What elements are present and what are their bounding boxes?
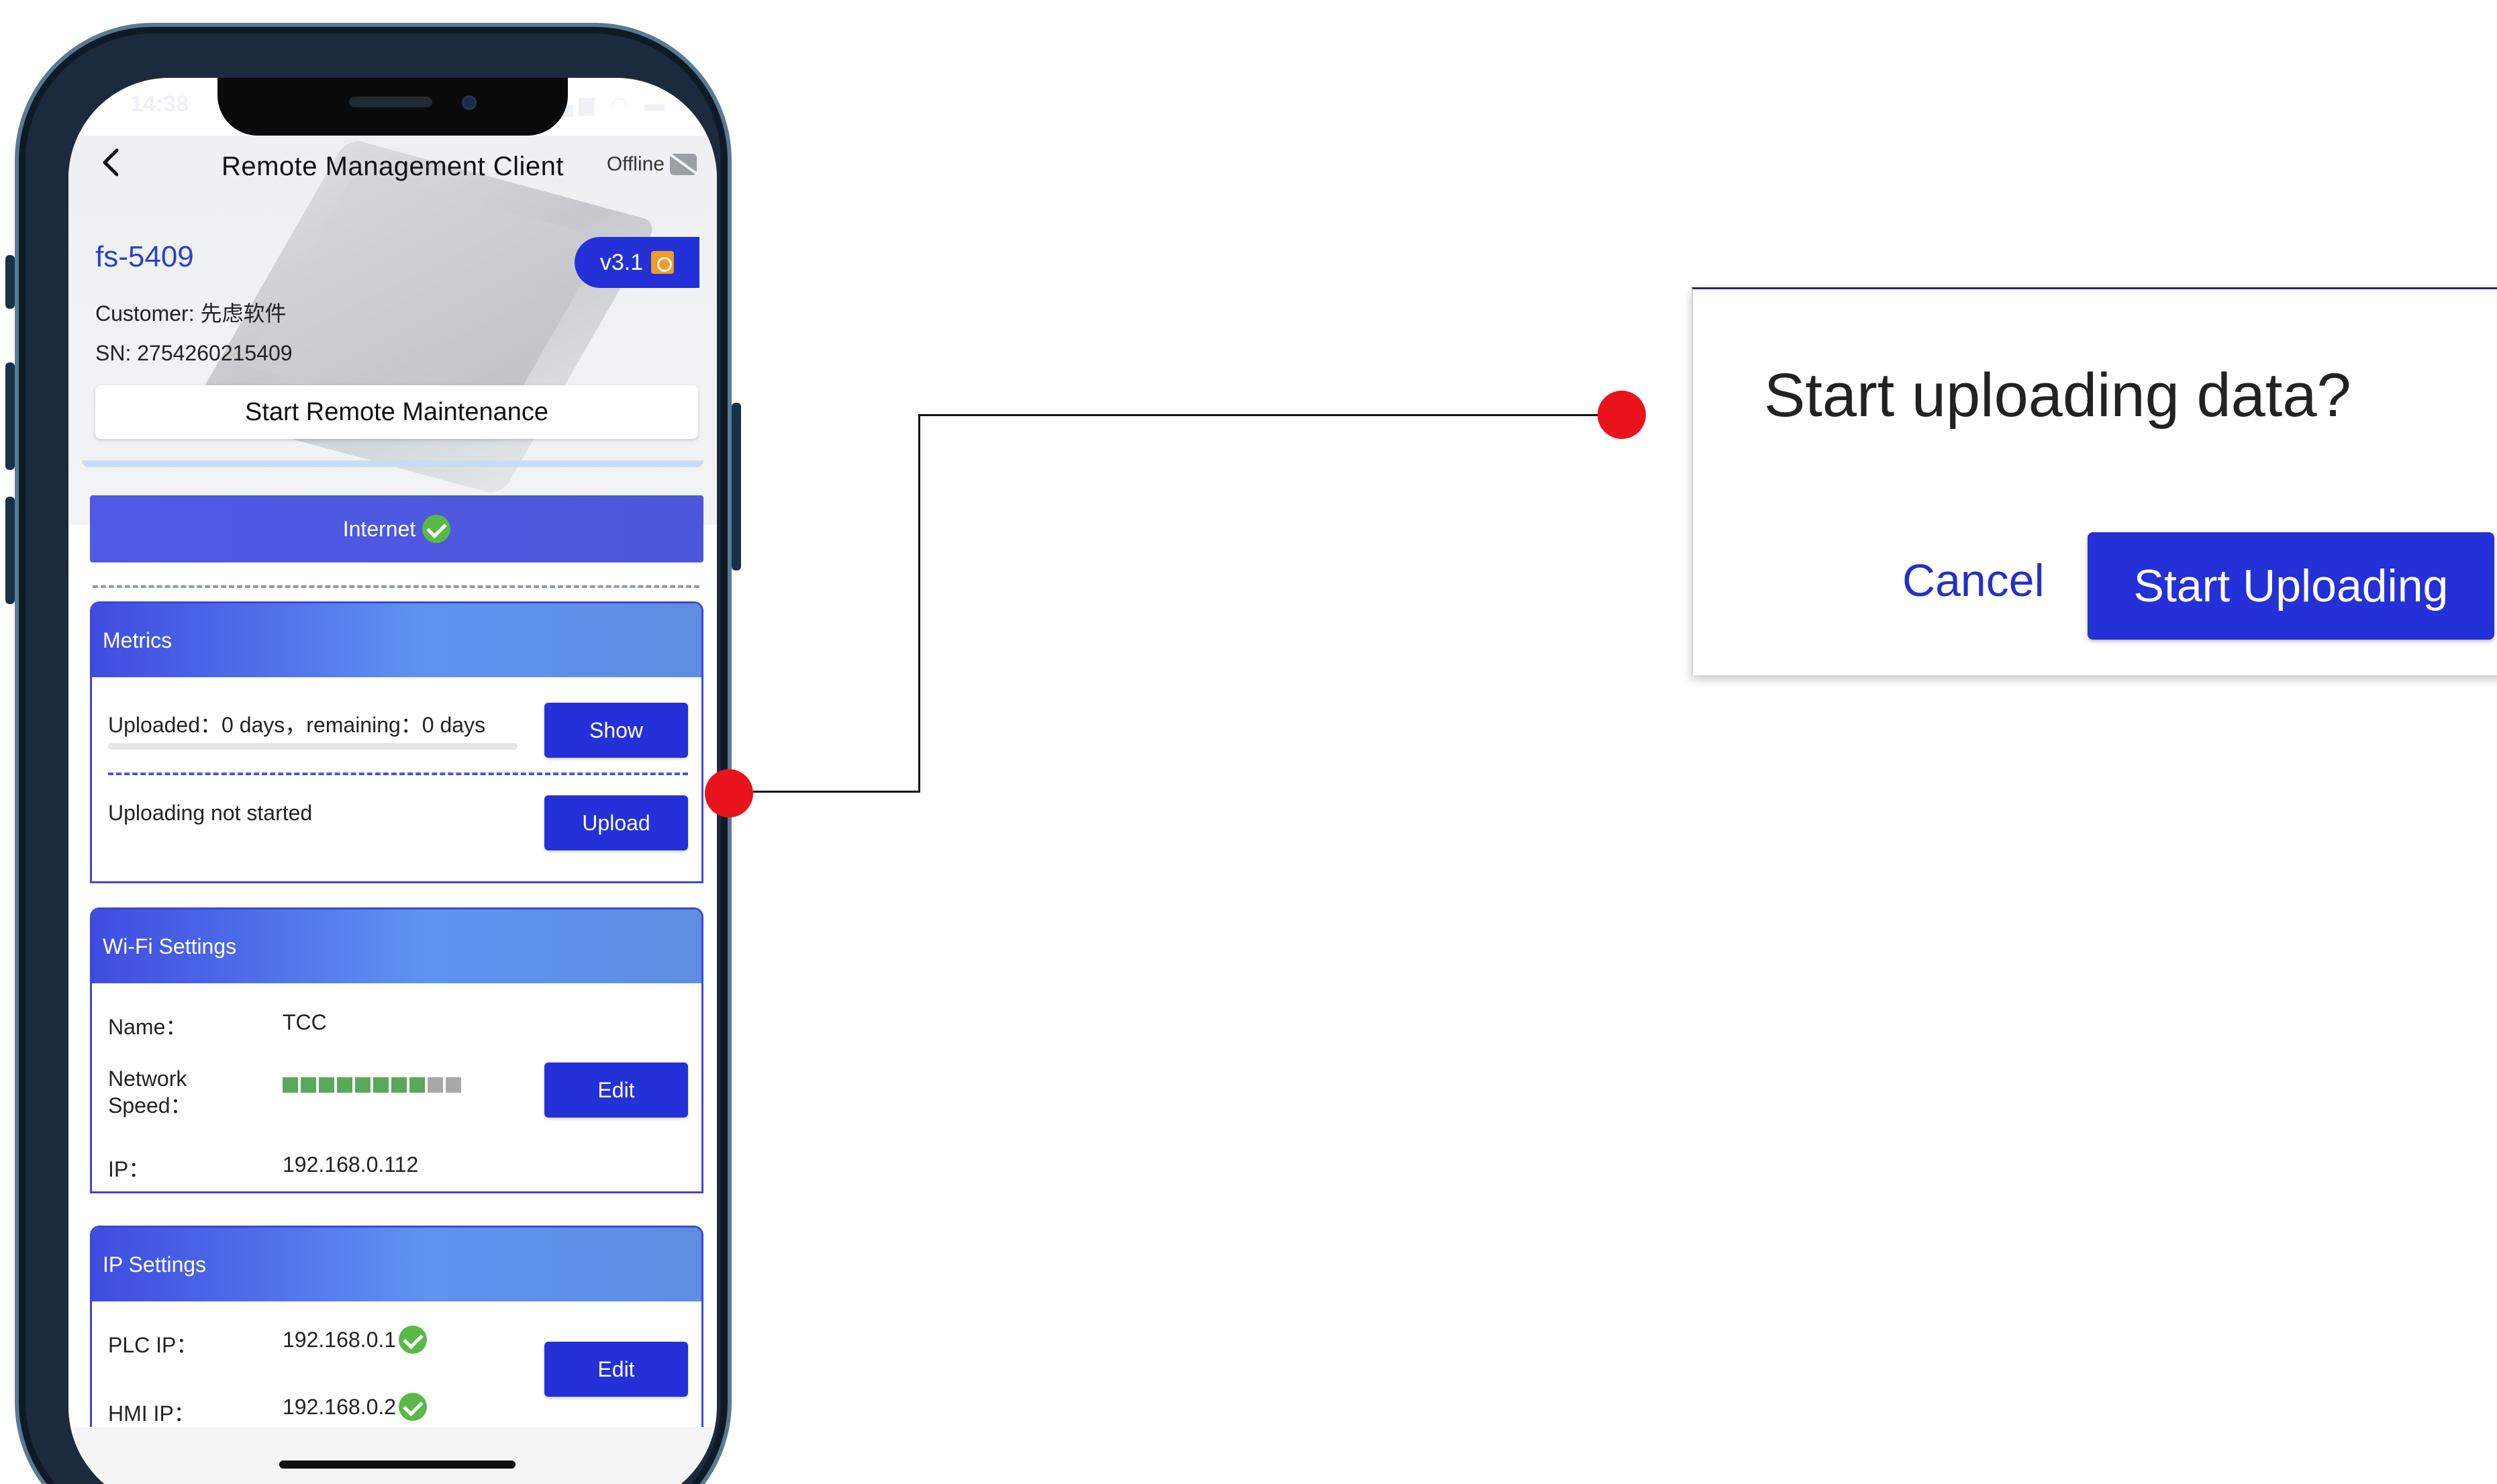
speed-segment bbox=[301, 1077, 316, 1093]
start-remote-maintenance-button[interactable]: Start Remote Maintenance bbox=[95, 385, 698, 439]
speed-segment bbox=[319, 1077, 334, 1093]
start-uploading-button[interactable]: Start Uploading bbox=[2088, 532, 2494, 640]
phone-frame: 14:38 ▂▄▆ ◠ ▬ Remote Management Client O… bbox=[5, 23, 741, 1484]
speaker bbox=[349, 97, 432, 107]
customer-label: Customer: 先虑软件 bbox=[95, 301, 287, 326]
dialog-title: Start uploading data? bbox=[1764, 361, 2351, 430]
hero-divider bbox=[82, 460, 703, 467]
check-icon bbox=[422, 515, 451, 543]
metrics-card-title: Metrics bbox=[92, 603, 701, 677]
callout-line bbox=[918, 415, 920, 793]
notch bbox=[217, 78, 568, 136]
upload-button[interactable]: Upload bbox=[544, 795, 688, 850]
plc-ip-row: 192.168.0.1 bbox=[283, 1326, 428, 1354]
hmi-ip-label: HMI IP： bbox=[108, 1401, 195, 1426]
callout-line bbox=[753, 791, 920, 793]
volume-up-button bbox=[5, 362, 15, 470]
version-label: v3.1 bbox=[599, 249, 644, 275]
wifi-name-label: Name： bbox=[108, 1015, 187, 1039]
serial-number: SN: 2754260215409 bbox=[95, 341, 293, 365]
speed-segment bbox=[446, 1077, 461, 1093]
wifi-settings-card: Wi-Fi Settings Name： TCC Network Speed： … bbox=[90, 907, 703, 1193]
hmi-ip-value: 192.168.0.2 bbox=[283, 1394, 397, 1419]
callout-dot-upload bbox=[705, 769, 753, 818]
hmi-ip-row: 192.168.0.2 bbox=[283, 1393, 428, 1421]
internet-status-bar: Internet bbox=[90, 495, 703, 562]
metrics-divider bbox=[108, 773, 688, 775]
cloud-off-icon bbox=[670, 154, 697, 175]
mute-switch bbox=[5, 255, 15, 309]
connection-status: Offline bbox=[607, 153, 697, 176]
speed-segment bbox=[409, 1077, 425, 1093]
wifi-edit-button[interactable]: Edit bbox=[544, 1062, 688, 1118]
speed-segment bbox=[428, 1077, 443, 1093]
speed-segment bbox=[337, 1077, 352, 1093]
speed-segment bbox=[391, 1077, 407, 1093]
show-button[interactable]: Show bbox=[544, 703, 688, 758]
network-speed-meter bbox=[283, 1077, 461, 1093]
speed-segment bbox=[373, 1077, 389, 1093]
device-name: fs-5409 bbox=[95, 240, 194, 273]
wifi-name-value: TCC bbox=[283, 1010, 327, 1034]
wifi-card-title: Wi-Fi Settings bbox=[92, 909, 701, 983]
check-icon bbox=[399, 1326, 428, 1354]
upload-progress-label: Uploaded：0 days，remaining：0 days bbox=[108, 713, 486, 737]
plc-ip-label: PLC IP： bbox=[108, 1333, 198, 1357]
speed-segment bbox=[283, 1077, 298, 1093]
cancel-button[interactable]: Cancel bbox=[1902, 554, 2045, 607]
offline-label: Offline bbox=[606, 153, 665, 175]
wifi-ip-label: IP： bbox=[108, 1157, 150, 1181]
update-icon bbox=[651, 251, 675, 274]
volume-down-button bbox=[5, 497, 15, 604]
callout-dot-dialog bbox=[1598, 391, 1646, 439]
plc-ip-value: 192.168.0.1 bbox=[283, 1327, 397, 1352]
status-time: 14:38 bbox=[130, 91, 189, 117]
version-badge[interactable]: v3.1 bbox=[575, 237, 699, 288]
upload-state-label: Uploading not started bbox=[108, 801, 313, 825]
home-indicator[interactable] bbox=[279, 1461, 516, 1469]
upload-confirm-dialog: Start uploading data? Cancel Start Uploa… bbox=[1692, 287, 2497, 675]
section-divider bbox=[93, 585, 699, 588]
callout-line bbox=[918, 414, 1603, 416]
wifi-ip-value: 192.168.0.112 bbox=[283, 1152, 419, 1177]
speed-segment bbox=[355, 1077, 371, 1093]
ip-edit-button[interactable]: Edit bbox=[544, 1342, 688, 1397]
check-icon bbox=[399, 1393, 428, 1421]
screen-bottom bbox=[68, 1427, 717, 1484]
ip-card-title: IP Settings bbox=[92, 1228, 701, 1301]
metrics-card: Metrics Uploaded：0 days，remaining：0 days… bbox=[90, 601, 703, 883]
internet-label: Internet bbox=[342, 516, 416, 541]
network-speed-label: Network Speed： bbox=[108, 1067, 192, 1118]
upload-progress-bar bbox=[108, 743, 518, 750]
power-button bbox=[732, 403, 741, 571]
front-camera bbox=[462, 95, 477, 110]
phone-screen: 14:38 ▂▄▆ ◠ ▬ Remote Management Client O… bbox=[68, 78, 717, 1484]
